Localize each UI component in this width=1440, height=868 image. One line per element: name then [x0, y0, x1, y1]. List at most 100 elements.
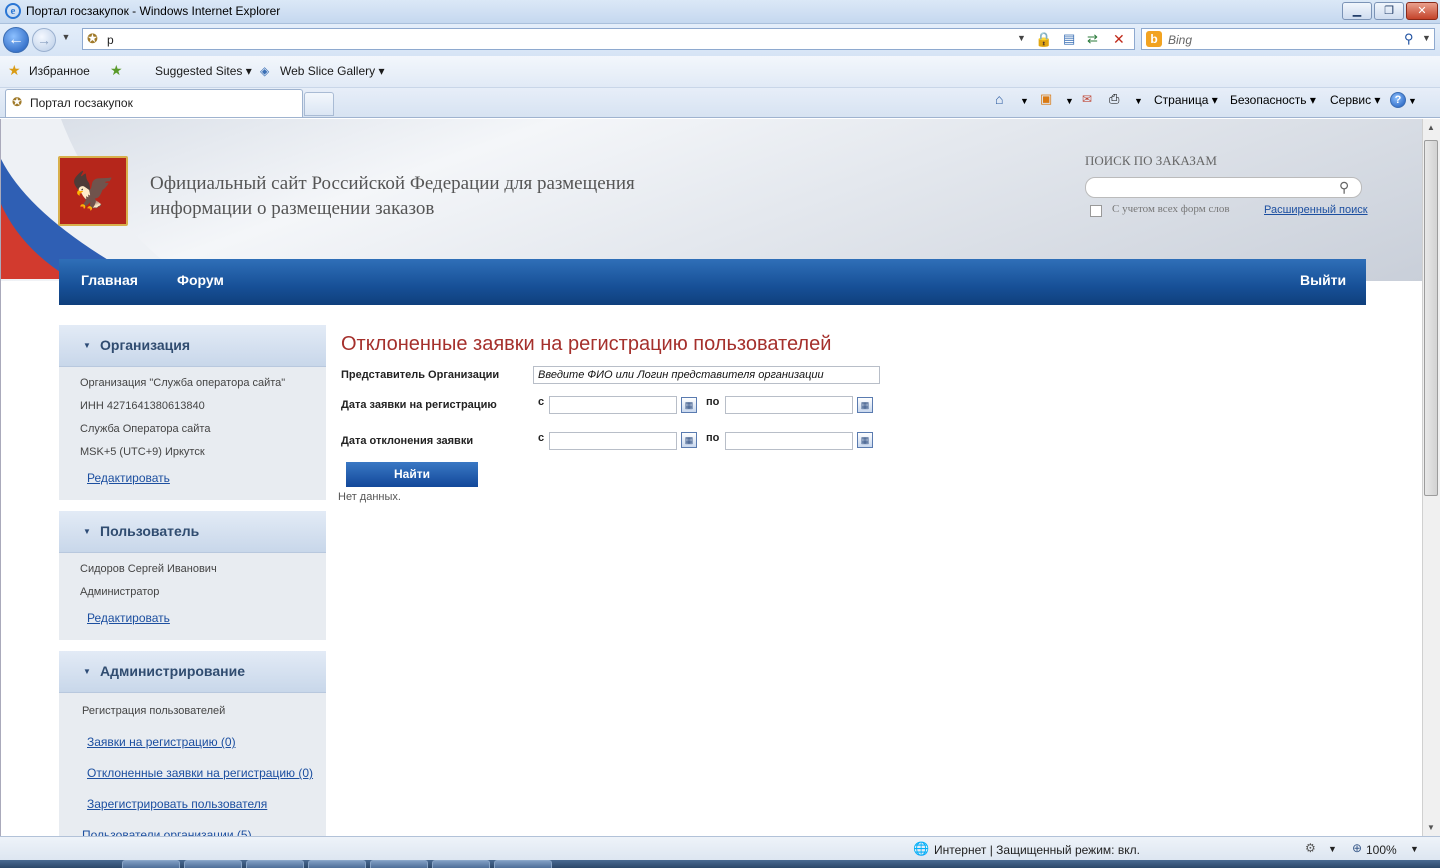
feeds-dropdown-icon[interactable]: ▼	[1065, 96, 1074, 106]
admin-panel-header[interactable]: ▼ Администрирование	[59, 651, 326, 693]
user-edit-link[interactable]: Редактировать	[87, 611, 170, 625]
user-panel-header[interactable]: ▼ Пользователь	[59, 511, 326, 553]
main-nav: Главная Форум Выйти	[59, 259, 1366, 305]
window-title: Портал госзакупок - Windows Internet Exp…	[26, 4, 281, 18]
reg-from-label: с	[538, 396, 545, 408]
ie-logo-icon: e	[5, 3, 21, 19]
back-button[interactable]: ←	[3, 27, 29, 53]
bing-logo-icon: b	[1146, 31, 1162, 47]
search-icon[interactable]: ⚲	[1404, 31, 1414, 47]
rej-date-to-input[interactable]	[725, 432, 853, 450]
rej-date-from-input[interactable]	[549, 432, 677, 450]
scroll-up-icon[interactable]: ▲	[1427, 123, 1435, 132]
page-menu[interactable]: Страница ▾	[1154, 93, 1218, 107]
scroll-down-icon[interactable]: ▼	[1427, 823, 1435, 832]
calendar-icon[interactable]: ▦	[681, 432, 697, 448]
taskbar-item[interactable]	[246, 860, 304, 868]
taskbar-item[interactable]	[308, 860, 366, 868]
taskbar-item[interactable]	[494, 860, 552, 868]
print-icon[interactable]: ⎙	[1109, 91, 1119, 107]
organization-title: Организация	[100, 337, 191, 353]
home-dropdown-icon[interactable]: ▼	[1020, 96, 1029, 106]
help-dropdown-icon[interactable]: ▼	[1408, 96, 1417, 106]
advanced-search-link[interactable]: Расширенный поиск	[1264, 204, 1368, 216]
forward-button[interactable]: →	[32, 28, 56, 52]
bing-search-input[interactable]: Bing	[1168, 33, 1192, 47]
add-favorite-icon[interactable]: ★	[110, 62, 123, 79]
address-input[interactable]: р	[107, 33, 114, 47]
taskbar-item[interactable]	[122, 860, 180, 868]
lock-icon[interactable]: 🔒	[1035, 31, 1052, 48]
admin-link-rejected[interactable]: Отклоненные заявки на регистрацию (0)	[87, 766, 313, 780]
search-options-icon[interactable]: ▼	[1422, 33, 1431, 43]
scrollbar-thumb[interactable]	[1424, 140, 1438, 496]
word-forms-label: С учетом всех форм слов	[1112, 203, 1230, 215]
protected-mode-icon[interactable]: ⚙	[1305, 841, 1316, 855]
safety-menu[interactable]: Безопасность ▾	[1230, 93, 1316, 107]
new-tab-button[interactable]	[304, 92, 334, 116]
tab-label: Портал госзакупок	[30, 96, 133, 110]
magnifier-icon[interactable]: ⚲	[1339, 179, 1357, 197]
nav-home[interactable]: Главная	[81, 272, 138, 288]
calendar-icon[interactable]: ▦	[681, 397, 697, 413]
compatibility-view-icon[interactable]: ▤	[1063, 31, 1075, 47]
admin-link-org-users[interactable]: Пользователи организации (5)	[82, 828, 252, 836]
calendar-icon[interactable]: ▦	[857, 432, 873, 448]
refresh-icon[interactable]: ⇄	[1087, 31, 1098, 47]
tools-menu[interactable]: Сервис ▾	[1330, 93, 1380, 107]
taskbar-item[interactable]	[184, 860, 242, 868]
user-fullname: Сидоров Сергей Иванович	[80, 563, 217, 575]
web-slice-icon: ◈	[260, 64, 270, 78]
representative-input[interactable]: Введите ФИО или Логин представителя орга…	[533, 366, 880, 384]
globe-icon: 🌐	[913, 841, 930, 856]
representative-placeholder: Введите ФИО или Логин представителя орга…	[538, 369, 824, 381]
web-slice-gallery-link[interactable]: Web Slice Gallery ▾	[280, 64, 385, 78]
search-box[interactable]: b Bing ⚲ ▼	[1141, 28, 1435, 50]
no-data-message: Нет данных.	[338, 491, 401, 503]
registration-date-label: Дата заявки на регистрацию	[341, 399, 497, 411]
taskbar-item[interactable]	[432, 860, 490, 868]
security-zone[interactable]: Интернет | Защищенный режим: вкл.	[934, 843, 1140, 857]
reg-date-to-input[interactable]	[725, 396, 853, 414]
suggested-sites-link[interactable]: Suggested Sites ▾	[155, 64, 252, 78]
history-dropdown-icon[interactable]: ▼	[60, 32, 72, 42]
calendar-icon[interactable]: ▦	[857, 397, 873, 413]
rej-from-label: с	[538, 432, 545, 444]
admin-link-applications[interactable]: Заявки на регистрацию (0)	[87, 735, 236, 749]
nav-logout[interactable]: Выйти	[1300, 272, 1346, 288]
zoom-level[interactable]: 100%	[1366, 843, 1397, 857]
collapse-arrow-icon: ▼	[83, 667, 91, 676]
taskbar-item[interactable]	[370, 860, 428, 868]
help-icon[interactable]: ?	[1390, 92, 1406, 108]
reg-date-from-input[interactable]	[549, 396, 677, 414]
mail-icon[interactable]: ✉	[1082, 92, 1092, 106]
address-bar[interactable]: ✪ р ▼ 🔒 ▤ ⇄ ✕	[82, 28, 1135, 50]
org-edit-link[interactable]: Редактировать	[87, 471, 170, 485]
minimize-button[interactable]: ▁	[1342, 2, 1372, 20]
org-department: Служба Оператора сайта	[80, 423, 211, 435]
word-forms-checkbox[interactable]	[1090, 205, 1102, 217]
admin-link-register[interactable]: Зарегистрировать пользователя	[87, 797, 267, 811]
zoom-dropdown-icon[interactable]: ▼	[1410, 844, 1419, 854]
site-title: Официальный сайт Российской Федерации дл…	[150, 173, 635, 219]
tab-portal[interactable]: ✪ Портал госзакупок	[5, 89, 303, 117]
print-dropdown-icon[interactable]: ▼	[1134, 96, 1143, 106]
stop-icon[interactable]: ✕	[1113, 31, 1125, 48]
home-icon[interactable]: ⌂	[995, 91, 1003, 107]
status-bar: 🌐 Интернет | Защищенный режим: вкл. ⚙ ▼ …	[0, 836, 1440, 860]
protected-mode-dropdown-icon[interactable]: ▼	[1328, 844, 1337, 854]
admin-subtitle: Регистрация пользователей	[82, 705, 226, 717]
favorites-button[interactable]: Избранное	[29, 64, 90, 78]
order-search-input[interactable]	[1085, 177, 1362, 198]
close-window-button[interactable]: ✕	[1406, 2, 1438, 20]
nav-forum[interactable]: Форум	[177, 272, 224, 288]
admin-title: Администрирование	[100, 663, 245, 679]
organization-panel-header[interactable]: ▼ Организация	[59, 325, 326, 367]
maximize-button[interactable]: ❐	[1374, 2, 1404, 20]
page-viewport: 🦅 Официальный сайт Российской Федерации …	[0, 119, 1422, 836]
representative-label: Представитель Организации	[341, 369, 500, 381]
find-button[interactable]: Найти	[346, 462, 478, 487]
feeds-icon[interactable]: ▣	[1040, 91, 1052, 107]
rejection-date-label: Дата отклонения заявки	[341, 435, 474, 447]
address-dropdown-icon[interactable]: ▼	[1017, 33, 1026, 43]
